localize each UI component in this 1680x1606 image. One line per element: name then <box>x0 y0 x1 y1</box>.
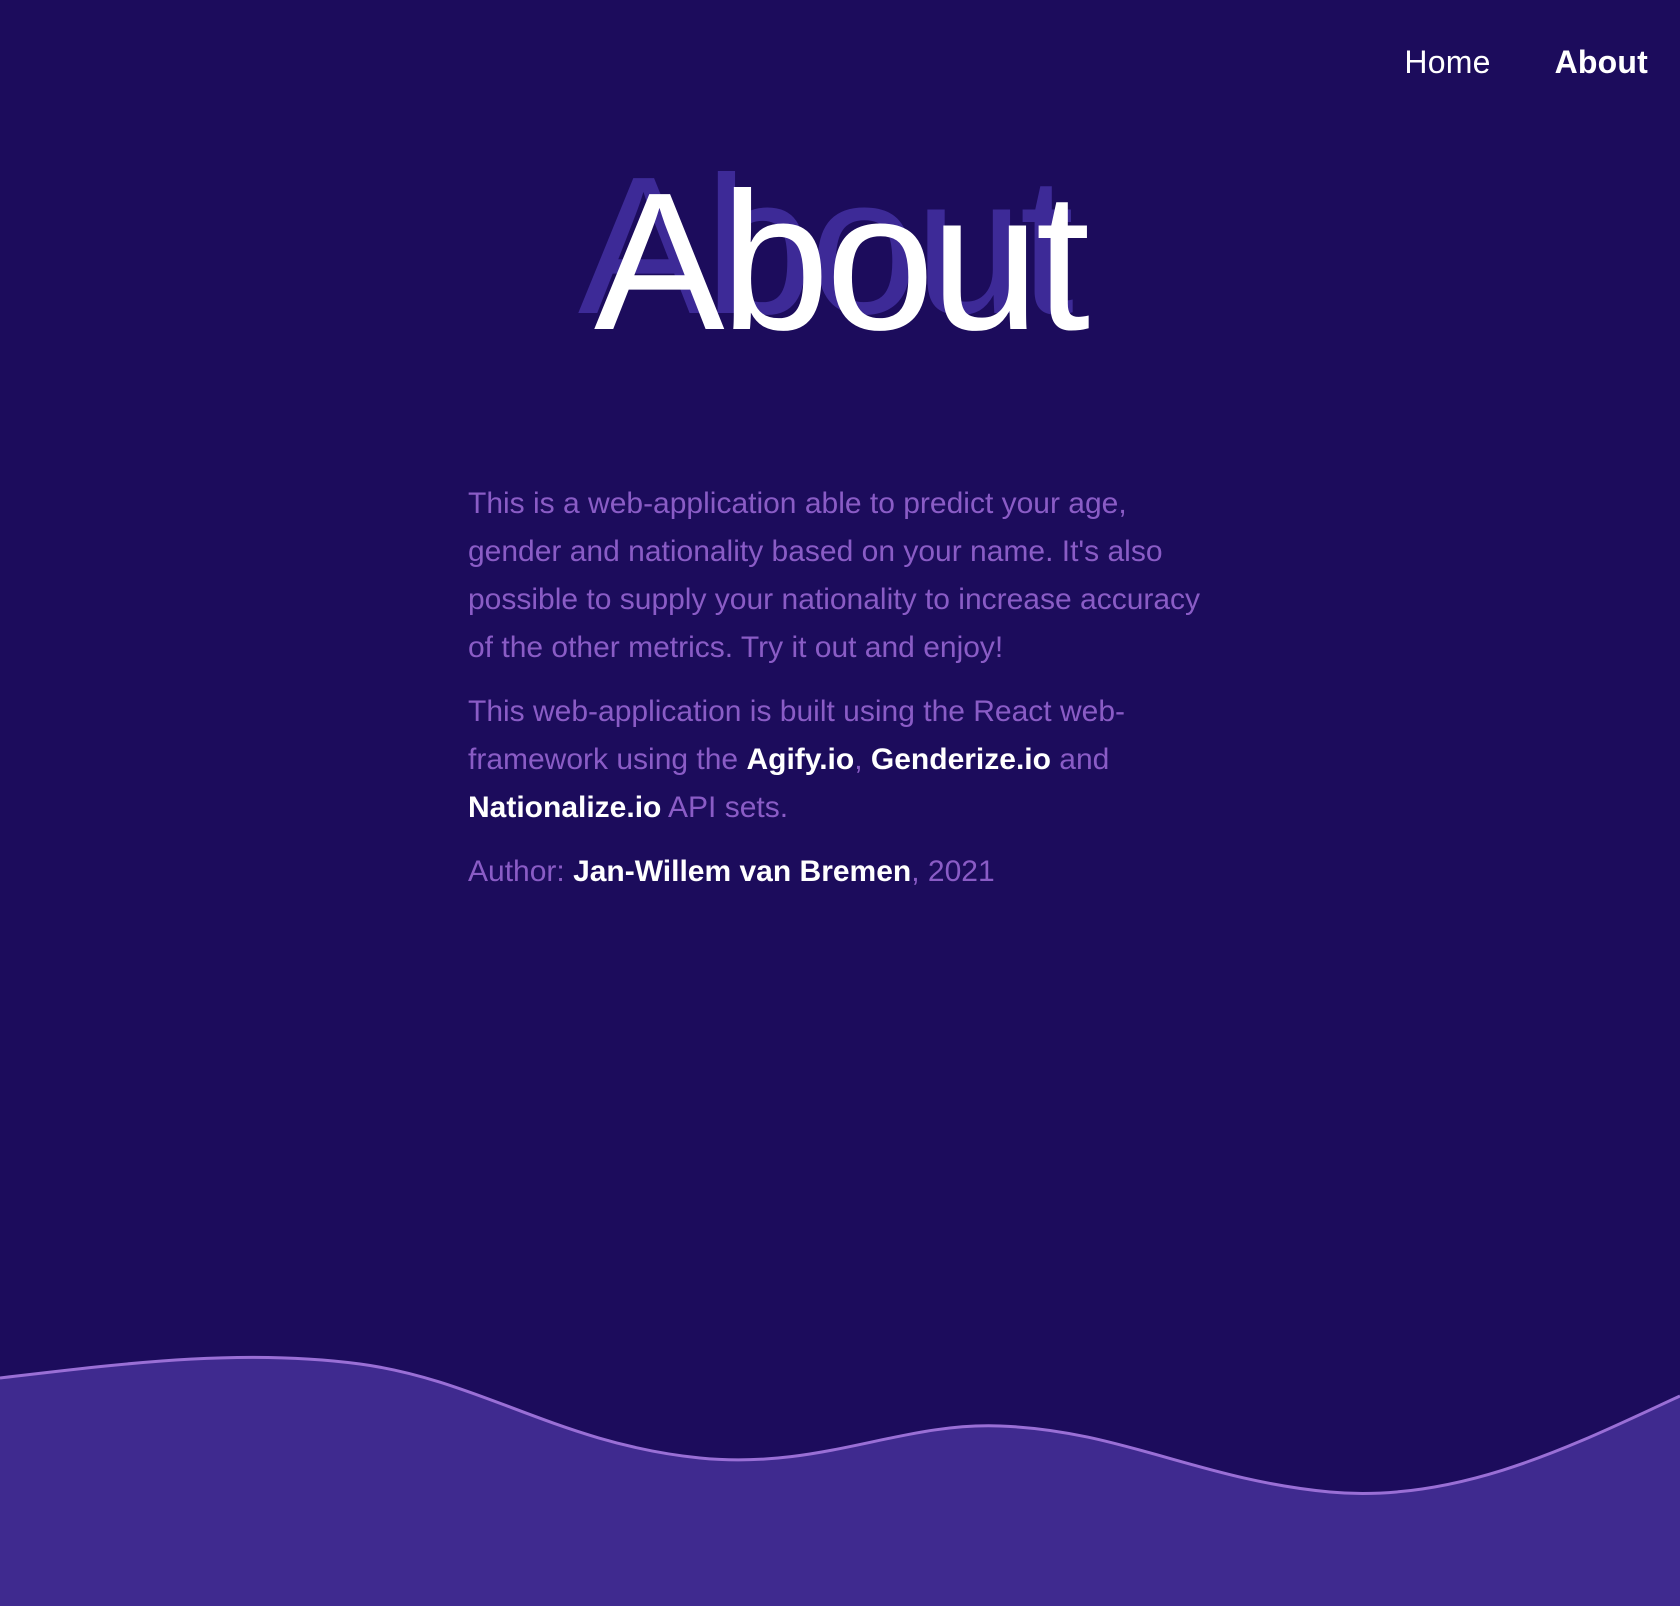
author-name-link[interactable]: Jan-Willem van Bremen <box>573 855 911 888</box>
page-title-block: About About <box>0 148 1680 360</box>
author-line: Author: Jan-Willem van Bremen, 2021 <box>468 848 1228 896</box>
genderize-link[interactable]: Genderize.io <box>871 743 1051 776</box>
intro-paragraph: This is a web-application able to predic… <box>468 487 1201 664</box>
author-year: , 2021 <box>911 855 995 888</box>
agify-link[interactable]: Agify.io <box>746 743 854 776</box>
page-title: About <box>593 152 1090 371</box>
wave-fill <box>0 1357 1680 1606</box>
tech-paragraph-suffix: API sets. <box>661 791 789 824</box>
footer-wave <box>0 1355 1680 1606</box>
top-nav: Home About <box>1404 44 1648 81</box>
nav-home-link[interactable]: Home <box>1404 44 1490 81</box>
tech-paragraph: This web-application is built using the … <box>468 688 1228 832</box>
separator-comma: , <box>854 743 871 776</box>
about-content: This is a web-application able to predic… <box>468 480 1228 912</box>
separator-and: and <box>1050 743 1110 776</box>
author-label: Author: <box>468 855 574 888</box>
nav-about-link[interactable]: About <box>1555 44 1648 81</box>
nationalize-link[interactable]: Nationalize.io <box>468 791 661 824</box>
